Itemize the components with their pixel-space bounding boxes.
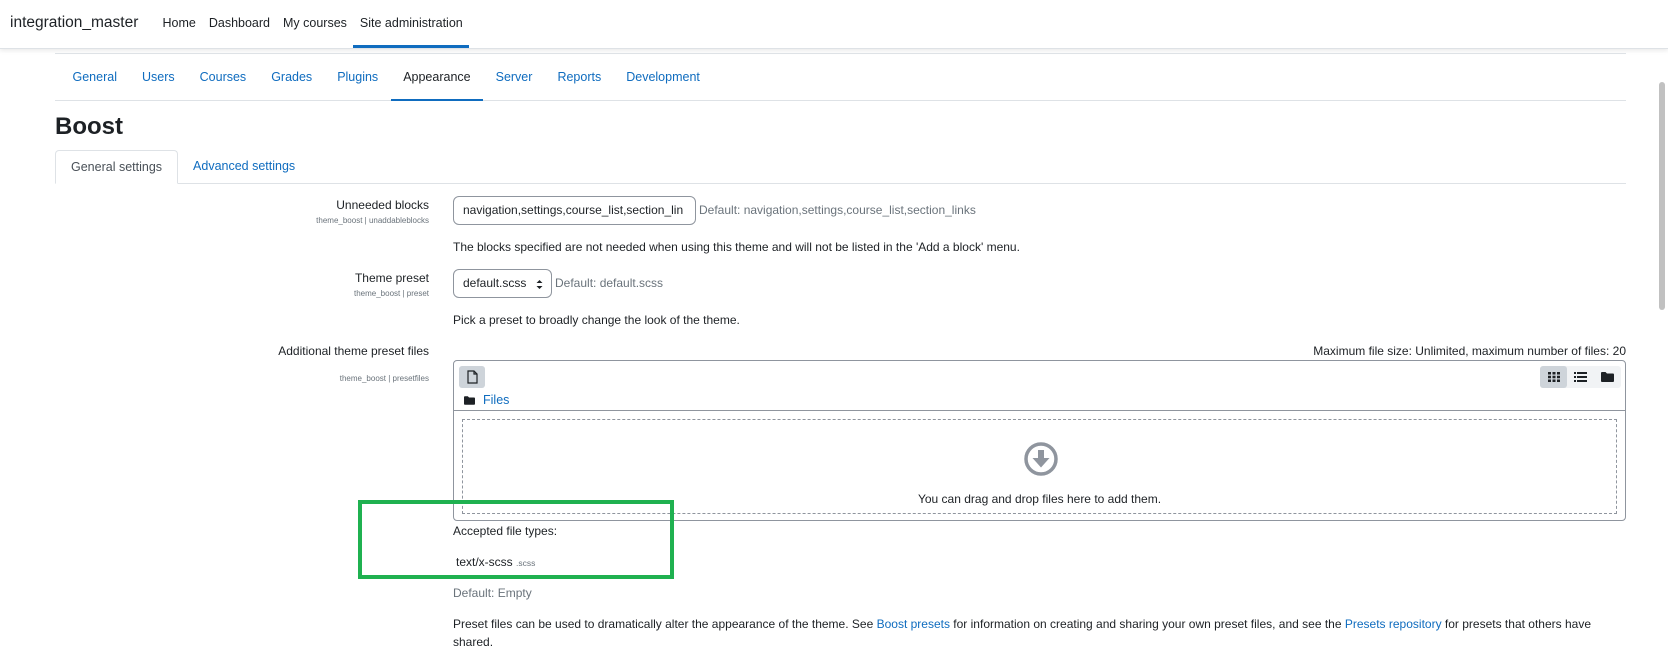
page-scrollbar[interactable]	[1659, 82, 1665, 310]
view-tree-button[interactable]	[1594, 366, 1621, 388]
tab-advanced-settings[interactable]: Advanced settings	[178, 150, 310, 183]
nav-site-administration[interactable]: Site administration	[353, 0, 470, 48]
file-manager-divider	[454, 410, 1625, 411]
secnav-development[interactable]: Development	[614, 54, 713, 101]
settings-tabs: General settings Advanced settings	[55, 150, 1626, 184]
unneeded-blocks-default: Default: navigation,settings,course_list…	[699, 203, 976, 217]
secnav-plugins[interactable]: Plugins	[325, 54, 391, 101]
unneeded-blocks-label: Unneeded blocks	[336, 198, 429, 212]
nav-dashboard[interactable]: Dashboard	[202, 0, 276, 48]
theme-preset-selected: default.scss	[463, 276, 527, 290]
secnav-reports[interactable]: Reports	[545, 54, 614, 101]
preset-files-desc-text-1: Preset files can be used to dramatically…	[453, 617, 877, 631]
top-navbar: integration_master Home Dashboard My cou…	[0, 0, 1668, 49]
files-path-link[interactable]: Files	[483, 393, 509, 407]
secnav-appearance[interactable]: Appearance	[390, 54, 484, 101]
primary-navigation: Home Dashboard My courses Site administr…	[156, 0, 470, 48]
preset-files-description: Preset files can be used to dramatically…	[453, 615, 1603, 651]
theme-preset-description: Pick a preset to broadly change the look…	[453, 313, 740, 327]
file-manager: Files You can drag and drop files here t…	[453, 360, 1626, 521]
view-icons-button[interactable]	[1540, 366, 1567, 388]
secnav-courses[interactable]: Courses	[187, 54, 259, 101]
add-file-button[interactable]	[459, 366, 485, 388]
unneeded-blocks-description: The blocks specified are not needed when…	[453, 240, 1020, 254]
select-arrows-icon	[536, 280, 543, 289]
view-mode-toolbar	[1540, 366, 1621, 388]
nav-home[interactable]: Home	[156, 0, 202, 48]
page-title: Boost	[55, 113, 123, 140]
folder-icon	[1601, 372, 1614, 382]
secnav-grades[interactable]: Grades	[259, 54, 325, 101]
file-path-breadcrumb: Files	[464, 393, 509, 407]
highlight-box	[358, 500, 674, 579]
preset-files-desc-text-2: for information on creating and sharing …	[949, 617, 1345, 631]
download-arrow-icon	[1024, 442, 1058, 476]
preset-files-default: Default: Empty	[453, 586, 532, 600]
theme-preset-setting-id: theme_boost | preset	[353, 289, 429, 298]
secnav-server[interactable]: Server	[483, 54, 545, 101]
tab-general-settings[interactable]: General settings	[55, 150, 179, 184]
list-icon	[1574, 372, 1587, 382]
preset-files-setting-id: theme_boost | presetfiles	[339, 374, 429, 383]
grid-icon	[1547, 372, 1560, 382]
view-list-button[interactable]	[1567, 366, 1594, 388]
theme-preset-default: Default: default.scss	[555, 276, 664, 290]
nav-my-courses[interactable]: My courses	[277, 0, 354, 48]
theme-preset-select[interactable]: default.scss	[453, 269, 552, 298]
secnav-users[interactable]: Users	[129, 54, 187, 101]
site-brand[interactable]: integration_master	[10, 14, 138, 32]
unneeded-blocks-input[interactable]: navigation,settings,course_list,section_…	[453, 196, 696, 225]
boost-presets-link[interactable]: Boost presets	[877, 617, 950, 631]
theme-preset-label: Theme preset	[354, 271, 429, 285]
max-file-size-info: Maximum file size: Unlimited, maximum nu…	[1313, 344, 1626, 358]
preset-files-label: Additional theme preset files	[278, 344, 429, 358]
presets-repository-link[interactable]: Presets repository	[1345, 617, 1442, 631]
file-icon	[466, 370, 478, 384]
folder-icon	[464, 395, 475, 405]
unneeded-blocks-setting-id: theme_boost | unaddableblocks	[316, 216, 429, 225]
secnav-general[interactable]: General	[60, 54, 129, 101]
secondary-navigation: General Users Courses Grades Plugins App…	[55, 53, 1626, 101]
